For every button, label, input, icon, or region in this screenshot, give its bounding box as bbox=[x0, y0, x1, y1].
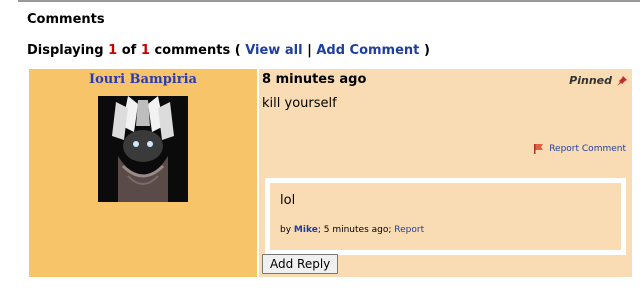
comment-username[interactable]: Iouri Bampiria bbox=[29, 72, 257, 87]
comment-text: kill yourself bbox=[262, 96, 337, 111]
comment-body-panel: 8 minutes ago Pinned kill yourself Repor… bbox=[259, 69, 632, 277]
summary-separator: | bbox=[307, 43, 312, 58]
reply-by: by bbox=[280, 225, 292, 235]
reply-sep2: ; bbox=[388, 225, 392, 235]
comment-time: 8 minutes ago bbox=[262, 72, 367, 87]
section-title: Comments bbox=[27, 12, 105, 27]
reply-text: lol bbox=[280, 193, 296, 208]
flag-icon bbox=[534, 144, 544, 154]
pinned-indicator: Pinned bbox=[569, 74, 628, 87]
top-divider bbox=[18, 0, 640, 2]
report-comment-label[interactable]: Report Comment bbox=[549, 144, 626, 154]
reply-author[interactable]: Mike bbox=[294, 225, 318, 235]
reply-sep1: ; bbox=[317, 225, 321, 235]
pinned-label: Pinned bbox=[569, 74, 612, 87]
add-comment-link[interactable]: Add Comment bbox=[316, 43, 419, 58]
shown-count: 1 bbox=[108, 43, 118, 58]
reply-box: lol by Mike; 5 minutes ago; Report bbox=[265, 178, 626, 255]
report-comment-link[interactable]: Report Comment bbox=[533, 143, 626, 155]
pushpin-icon bbox=[617, 75, 627, 86]
summary-suffix: comments ( bbox=[154, 43, 241, 58]
reply-time: 5 minutes ago bbox=[323, 225, 389, 235]
avatar-image bbox=[98, 96, 188, 202]
comment-summary: Displaying 1 of 1 comments ( View all | … bbox=[27, 43, 430, 58]
total-count: 1 bbox=[140, 43, 150, 58]
comment-author-panel: Iouri Bampiria bbox=[29, 69, 257, 277]
reply: lol by Mike; 5 minutes ago; Report bbox=[270, 183, 621, 250]
reply-report-link[interactable]: Report bbox=[394, 225, 424, 235]
reply-meta: by Mike; 5 minutes ago; Report bbox=[280, 225, 424, 235]
summary-of: of bbox=[121, 43, 137, 58]
summary-close: ) bbox=[423, 43, 430, 58]
summary-prefix: Displaying bbox=[27, 43, 104, 58]
add-reply-button[interactable]: Add Reply bbox=[262, 254, 339, 274]
avatar[interactable] bbox=[98, 96, 188, 202]
comment: Iouri Bampiria 8 minutes ago Pinned kill… bbox=[29, 69, 632, 277]
view-all-link[interactable]: View all bbox=[245, 43, 302, 58]
